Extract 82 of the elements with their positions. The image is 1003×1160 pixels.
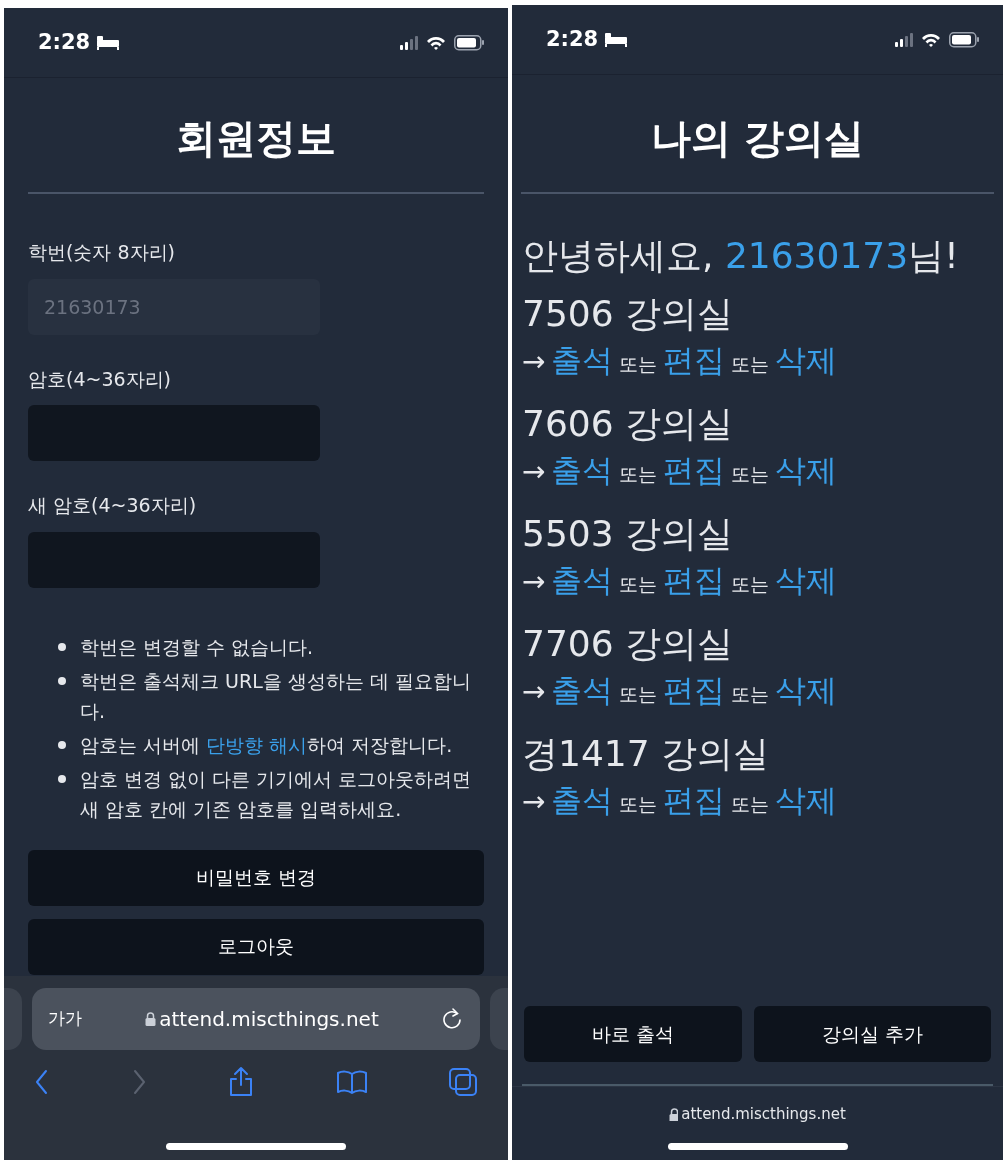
or-text: 또는 — [731, 352, 770, 377]
action-link[interactable]: 삭제 — [775, 452, 838, 488]
action-link[interactable]: 출석 — [551, 672, 614, 708]
input-field[interactable] — [28, 405, 320, 461]
bullet-icon — [58, 740, 66, 749]
action-link[interactable]: 출석 — [551, 452, 614, 488]
greeting-text: 안녕하세요, 21630173님! — [522, 234, 960, 278]
action-link[interactable]: 편집 — [663, 342, 726, 378]
clock-time: 2:28 — [38, 28, 91, 56]
input-field[interactable] — [28, 531, 320, 588]
arrow-text: → — [522, 674, 546, 710]
action-link[interactable]: 출석 — [551, 562, 614, 598]
action-button[interactable]: 바로 출석 — [524, 1006, 742, 1062]
address-bar[interactable]: 가가 attend.miscthings.net — [32, 988, 480, 1050]
action-link[interactable]: 편집 — [663, 672, 726, 708]
action-button[interactable]: 강의실 추가 — [754, 1006, 991, 1062]
link[interactable]: 21630173 — [724, 235, 909, 276]
link[interactable]: 단방향 해시 — [206, 733, 308, 756]
or-text: 또는 — [731, 462, 770, 487]
action-link[interactable]: 삭제 — [775, 562, 838, 598]
arrow-text: → — [522, 454, 546, 490]
text-size-button[interactable]: 가가 — [48, 1006, 82, 1032]
reload-icon[interactable] — [442, 1008, 464, 1030]
or-text: 또는 — [619, 792, 658, 817]
action-link[interactable]: 편집 — [663, 452, 726, 488]
field-label: 새 암호(4~36자리) — [28, 493, 198, 518]
clock-time: 2:28 — [546, 25, 599, 53]
signal-icon — [400, 35, 418, 50]
or-text: 또는 — [619, 352, 658, 377]
action-button[interactable]: 비밀번호 변경 — [28, 849, 484, 906]
action-link[interactable]: 삭제 — [775, 672, 838, 708]
signal-icon — [895, 32, 913, 47]
bullet-icon — [58, 774, 66, 783]
action-link[interactable]: 삭제 — [775, 782, 838, 818]
bed-icon — [96, 34, 121, 51]
note-text: 암호는 서버에 단방향 해시하여 저장합니다. — [80, 732, 453, 758]
lock-icon — [669, 1107, 679, 1121]
url-text: attend.miscthings.net — [681, 1104, 846, 1125]
wifi-icon — [921, 31, 941, 48]
action-button[interactable]: 로그아웃 — [28, 918, 484, 975]
or-text: 또는 — [731, 572, 770, 597]
action-link[interactable]: 편집 — [663, 782, 726, 818]
lock-icon — [145, 1011, 157, 1027]
url-text: attend.miscthings.net — [159, 1006, 379, 1033]
share-icon[interactable] — [227, 1066, 255, 1098]
or-text: 또는 — [731, 682, 770, 707]
arrow-text: → — [522, 784, 546, 820]
or-text: 또는 — [619, 572, 658, 597]
wifi-icon — [426, 34, 446, 51]
action-link[interactable]: 삭제 — [775, 342, 838, 378]
classroom-name: 경1417 강의실 — [522, 732, 771, 776]
or-text: 또는 — [731, 792, 770, 817]
bullet-icon — [58, 642, 66, 651]
tabs-icon[interactable] — [448, 1067, 478, 1097]
classroom-name: 7506 강의실 — [522, 292, 735, 336]
note-text: 학번은 변경할 수 없습니다. — [80, 634, 314, 660]
battery-icon — [454, 34, 484, 51]
action-link[interactable]: 출석 — [551, 782, 614, 818]
input-field: 21630173 — [28, 278, 320, 335]
arrow-text: → — [522, 564, 546, 600]
bed-icon — [604, 31, 629, 48]
classroom-name: 5503 강의실 — [522, 512, 735, 556]
page-title: 나의 강의실 — [649, 114, 866, 162]
note-text: 암호 변경 없이 다른 기기에서 로그아웃하려면 새 암호 칸에 기존 암호를 입력하세요. — [80, 766, 472, 822]
tab-edge — [4, 988, 22, 1050]
or-text: 또는 — [619, 462, 658, 487]
classroom-name: 7706 강의실 — [522, 622, 735, 666]
arrow-text: → — [522, 344, 546, 380]
or-text: 또는 — [619, 682, 658, 707]
classroom-name: 7606 강의실 — [522, 402, 735, 446]
back-icon[interactable] — [34, 1069, 50, 1095]
bullet-icon — [58, 676, 66, 685]
action-link[interactable]: 출석 — [551, 342, 614, 378]
field-label: 학번(숫자 8자리) — [28, 240, 176, 265]
field-label: 암호(4~36자리) — [28, 366, 172, 392]
book-icon[interactable] — [335, 1068, 368, 1096]
action-link[interactable]: 편집 — [663, 562, 726, 598]
battery-icon — [949, 31, 979, 48]
page-title: 회원정보 — [175, 114, 337, 162]
tab-edge — [490, 988, 508, 1050]
home-indicator[interactable] — [667, 1142, 848, 1150]
note-text: 학번은 출석체크 URL을 생성하는 데 필요합니다. — [80, 668, 472, 724]
